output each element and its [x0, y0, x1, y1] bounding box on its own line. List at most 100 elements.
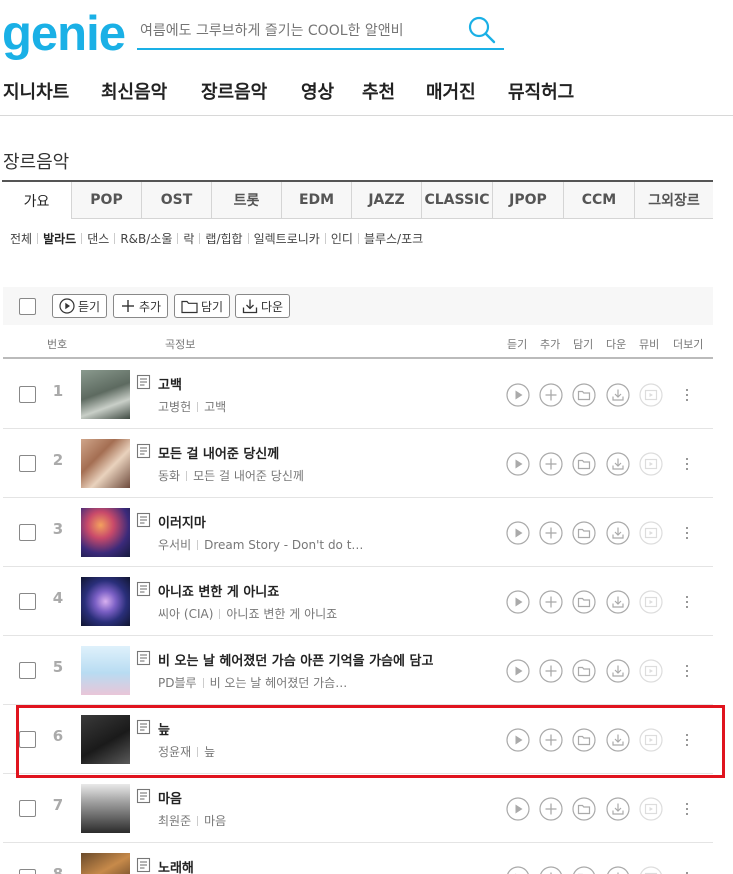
artist-name[interactable]: 정윤재 — [158, 743, 191, 760]
row-checkbox[interactable] — [19, 524, 36, 541]
song-title[interactable]: 이러지마 — [158, 512, 206, 531]
sub-genre-blues-folk[interactable]: 블루스/포크 — [364, 230, 423, 247]
album-cover[interactable] — [81, 853, 130, 874]
sub-genre-dance[interactable]: 댄스 — [87, 230, 109, 247]
album-name[interactable]: 늪 — [204, 743, 215, 760]
row-checkbox[interactable] — [19, 869, 36, 874]
download-icon[interactable] — [606, 797, 630, 821]
play-icon[interactable] — [506, 866, 530, 874]
nav-video[interactable]: 영상 — [301, 78, 334, 104]
sub-genre-rnb[interactable]: R&B/소울 — [120, 230, 172, 247]
tab-pop[interactable]: POP — [72, 182, 142, 219]
plus-icon[interactable] — [539, 521, 563, 545]
artist-name[interactable]: 동화 — [158, 467, 180, 484]
nav-chart[interactable]: 지니차트 — [3, 78, 69, 104]
album-name[interactable]: 모든 걸 내어준 당신께 — [193, 467, 304, 484]
row-checkbox[interactable] — [19, 593, 36, 610]
tab-jazz[interactable]: JAZZ — [352, 182, 422, 219]
album-name[interactable]: 고백 — [204, 398, 226, 415]
more-options-icon[interactable] — [679, 867, 695, 874]
music-video-icon[interactable] — [639, 659, 663, 683]
download-icon[interactable] — [606, 866, 630, 874]
add-button[interactable]: 추가 — [113, 294, 169, 318]
album-name[interactable]: 아니죠 변한 게 아니죠 — [226, 605, 337, 622]
album-cover[interactable] — [81, 784, 130, 833]
plus-icon[interactable] — [539, 383, 563, 407]
album-cover[interactable] — [81, 370, 130, 419]
nav-new-music[interactable]: 최신음악 — [101, 78, 167, 104]
more-options-icon[interactable] — [679, 453, 695, 475]
tab-edm[interactable]: EDM — [282, 182, 352, 219]
download-button[interactable]: 다운 — [235, 294, 291, 318]
music-video-icon[interactable] — [639, 590, 663, 614]
song-info-icon[interactable] — [136, 512, 152, 528]
tab-other-genres[interactable]: 그외장르 — [635, 182, 713, 219]
more-options-icon[interactable] — [679, 522, 695, 544]
album-cover[interactable] — [81, 439, 130, 488]
album-cover[interactable] — [81, 715, 130, 764]
folder-icon[interactable] — [572, 797, 596, 821]
play-icon[interactable] — [506, 521, 530, 545]
sub-genre-electronica[interactable]: 일렉트로니카 — [254, 230, 320, 247]
song-title[interactable]: 마음 — [158, 788, 182, 807]
row-checkbox[interactable] — [19, 386, 36, 403]
folder-icon[interactable] — [572, 728, 596, 752]
save-button[interactable]: 담기 — [174, 294, 231, 318]
genie-logo[interactable]: genie — [2, 6, 126, 62]
download-icon[interactable] — [606, 383, 630, 407]
more-options-icon[interactable] — [679, 660, 695, 682]
music-video-icon[interactable] — [639, 797, 663, 821]
more-options-icon[interactable] — [679, 798, 695, 820]
sub-genre-rock[interactable]: 락 — [183, 230, 194, 247]
tab-trot[interactable]: 트롯 — [212, 182, 282, 219]
play-icon[interactable] — [506, 659, 530, 683]
album-name[interactable]: Dream Story - Don't do t… — [204, 538, 363, 552]
song-title[interactable]: 아니죠 변한 게 아니죠 — [158, 581, 279, 600]
album-cover[interactable] — [81, 646, 130, 695]
plus-icon[interactable] — [539, 590, 563, 614]
play-icon[interactable] — [506, 728, 530, 752]
song-info-icon[interactable] — [136, 788, 152, 804]
plus-icon[interactable] — [539, 728, 563, 752]
nav-recommend[interactable]: 추천 — [362, 78, 395, 104]
more-options-icon[interactable] — [679, 591, 695, 613]
row-checkbox[interactable] — [19, 662, 36, 679]
song-title[interactable]: 고백 — [158, 374, 182, 393]
artist-name[interactable]: PD블루 — [158, 674, 197, 691]
nav-genre-music[interactable]: 장르음악 — [201, 78, 267, 104]
row-checkbox[interactable] — [19, 800, 36, 817]
artist-name[interactable]: 최원준 — [158, 812, 191, 829]
song-info-icon[interactable] — [136, 650, 152, 666]
music-video-icon[interactable] — [639, 383, 663, 407]
music-video-icon[interactable] — [639, 728, 663, 752]
plus-icon[interactable] — [539, 797, 563, 821]
tab-jpop[interactable]: JPOP — [493, 182, 564, 219]
folder-icon[interactable] — [572, 521, 596, 545]
sub-genre-indie[interactable]: 인디 — [331, 230, 353, 247]
plus-icon[interactable] — [539, 659, 563, 683]
download-icon[interactable] — [606, 659, 630, 683]
song-title[interactable]: 모든 걸 내어준 당신께 — [158, 443, 279, 462]
tab-ost[interactable]: OST — [142, 182, 212, 219]
play-icon[interactable] — [506, 452, 530, 476]
row-checkbox[interactable] — [19, 731, 36, 748]
song-title[interactable]: 비 오는 날 헤어졌던 가슴 아픈 기억을 가슴에 담고 — [158, 650, 433, 669]
listen-button[interactable]: 듣기 — [52, 294, 108, 318]
music-video-icon[interactable] — [639, 521, 663, 545]
play-icon[interactable] — [506, 590, 530, 614]
sub-genre-hiphop[interactable]: 랩/힙합 — [205, 230, 242, 247]
folder-icon[interactable] — [572, 383, 596, 407]
song-title[interactable]: 노래해 — [158, 857, 194, 874]
nav-musichug[interactable]: 뮤직허그 — [508, 78, 574, 104]
artist-name[interactable]: 우서비 — [158, 536, 191, 553]
music-video-icon[interactable] — [639, 452, 663, 476]
row-checkbox[interactable] — [19, 455, 36, 472]
tab-classic[interactable]: CLASSIC — [422, 182, 493, 219]
download-icon[interactable] — [606, 728, 630, 752]
download-icon[interactable] — [606, 590, 630, 614]
download-icon[interactable] — [606, 521, 630, 545]
album-cover[interactable] — [81, 577, 130, 626]
play-icon[interactable] — [506, 383, 530, 407]
artist-name[interactable]: 씨아 (CIA) — [158, 605, 213, 622]
play-icon[interactable] — [506, 797, 530, 821]
